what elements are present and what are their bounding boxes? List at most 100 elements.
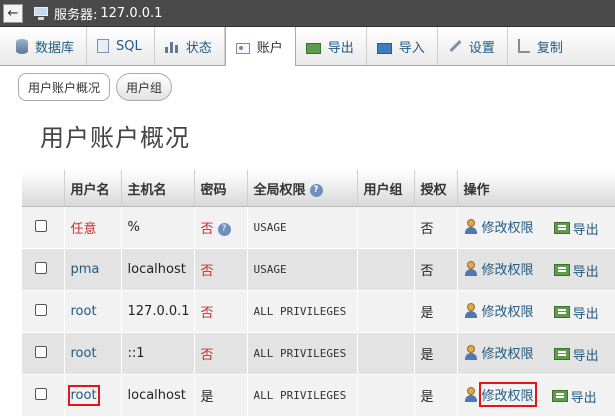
export-icon xyxy=(553,222,570,234)
privileges-cell: USAGE xyxy=(247,206,358,249)
export-link[interactable]: 导出 xyxy=(553,261,599,280)
header-global-privileges[interactable]: 全局权限? xyxy=(247,170,358,207)
edit-privileges-label-highlighted: 修改权限 xyxy=(478,382,537,407)
subtab-user-groups[interactable]: 用户组 xyxy=(116,73,173,101)
export-icon xyxy=(553,264,570,276)
grant-cell: 是 xyxy=(414,290,458,333)
password-value: 否 xyxy=(200,348,214,363)
select-cell xyxy=(22,374,65,417)
user-group-cell xyxy=(357,374,415,417)
privileges-cell: ALL PRIVILEGES xyxy=(247,374,358,417)
help-icon[interactable]: ? xyxy=(217,223,231,236)
header-actions: 操作 xyxy=(457,170,615,207)
back-arrow-button[interactable]: ← xyxy=(3,3,23,23)
actions-cell: 修改权限 导出 xyxy=(457,332,615,375)
edit-privileges-link[interactable]: 修改权限 xyxy=(464,343,534,362)
export-label: 导出 xyxy=(570,390,597,406)
privileges-value: USAGE xyxy=(253,263,287,276)
edit-privileges-label: 修改权限 xyxy=(481,263,534,278)
privileges-cell: ALL PRIVILEGES xyxy=(247,290,358,333)
actions-cell: 修改权限 导出 xyxy=(457,206,615,249)
tab-label: SQL xyxy=(116,38,142,54)
select-cell xyxy=(22,248,65,291)
tab-settings[interactable]: 设置 xyxy=(438,27,508,65)
server-label: 服务器: xyxy=(54,7,98,23)
row-checkbox[interactable] xyxy=(35,387,47,400)
edit-privileges-link[interactable]: 修改权限 xyxy=(464,301,534,320)
tab-label: 状态 xyxy=(185,40,212,56)
tab-databases[interactable]: 数据库 xyxy=(0,27,88,65)
import-icon xyxy=(376,42,392,54)
tab-replication[interactable]: 复制 xyxy=(508,27,575,65)
replication-icon xyxy=(517,39,530,53)
row-checkbox[interactable] xyxy=(35,261,47,274)
password-value: 是 xyxy=(200,390,214,405)
password-value: 否 xyxy=(200,222,214,237)
tab-label: 数据库 xyxy=(35,40,75,56)
table-row: pma localhost 否 USAGE 否 修改权限 导出 xyxy=(22,248,615,291)
table-row: root 127.0.0.1 否 ALL PRIVILEGES 是 修改权限 导… xyxy=(22,290,615,333)
export-link[interactable]: 导出 xyxy=(551,387,597,406)
tab-export[interactable]: 导出 xyxy=(296,27,367,65)
database-icon xyxy=(16,38,28,54)
grant-cell: 是 xyxy=(414,332,458,375)
server-breadcrumb-bar: ← 服务器: 127.0.0.1 xyxy=(0,0,615,27)
server-link[interactable]: 127.0.0.1 xyxy=(100,6,162,21)
password-cell: 否 xyxy=(194,248,248,291)
header-username[interactable]: 用户名 xyxy=(64,170,122,207)
edit-privileges-link[interactable]: 修改权限 xyxy=(464,382,537,407)
privileges-value: ALL PRIVILEGES xyxy=(253,389,347,402)
help-icon[interactable]: ? xyxy=(309,183,323,197)
header-grant[interactable]: 授权 xyxy=(414,170,458,207)
username-cell: root xyxy=(64,374,122,417)
select-cell xyxy=(22,206,65,249)
row-checkbox[interactable] xyxy=(35,345,47,358)
tab-import[interactable]: 导入 xyxy=(367,27,438,65)
row-checkbox[interactable] xyxy=(35,303,47,316)
select-cell xyxy=(22,290,65,333)
table-header-row: 用户名 主机名 密码 全局权限? 用户组 授权 操作 xyxy=(22,170,615,207)
sub-tab-bar: 用户账户概况 用户组 xyxy=(18,73,173,101)
tab-accounts[interactable]: 账户 xyxy=(224,27,296,66)
username-cell: root xyxy=(64,290,122,333)
export-link[interactable]: 导出 xyxy=(553,303,599,322)
tab-label: 账户 xyxy=(256,41,283,56)
hostname-cell: 127.0.0.1 xyxy=(121,290,195,333)
row-checkbox[interactable] xyxy=(35,219,47,232)
hostname-cell: localhost xyxy=(121,374,195,417)
tab-label: 设置 xyxy=(468,40,495,56)
user-group-cell xyxy=(357,332,415,375)
password-value: 否 xyxy=(200,306,214,321)
grant-cell: 是 xyxy=(414,374,458,417)
export-icon xyxy=(551,390,568,402)
export-link[interactable]: 导出 xyxy=(553,345,599,364)
user-group-cell xyxy=(357,290,415,333)
header-user-group[interactable]: 用户组 xyxy=(357,170,415,207)
tab-label: 导出 xyxy=(327,40,354,56)
edit-privileges-link[interactable]: 修改权限 xyxy=(464,259,534,278)
header-password[interactable]: 密码 xyxy=(194,170,248,207)
export-label: 导出 xyxy=(572,264,599,280)
username: 任意 xyxy=(70,222,97,237)
wrench-icon xyxy=(448,39,462,53)
edit-privileges-icon xyxy=(464,303,479,318)
edit-privileges-label: 修改权限 xyxy=(481,347,534,362)
privileges-value: USAGE xyxy=(253,221,287,234)
page-title: 用户账户概况 xyxy=(40,124,190,152)
subtab-user-accounts-overview[interactable]: 用户账户概况 xyxy=(18,73,111,101)
edit-privileges-icon xyxy=(464,219,479,234)
password-cell: 否 xyxy=(194,290,248,333)
header-hostname[interactable]: 主机名 xyxy=(121,170,195,207)
actions-cell: 修改权限 导出 xyxy=(457,290,615,333)
username-cell: 任意 xyxy=(64,206,122,249)
header-select xyxy=(22,170,65,207)
status-icon xyxy=(164,39,179,53)
tab-sql[interactable]: SQL xyxy=(87,27,155,65)
export-link[interactable]: 导出 xyxy=(553,219,599,238)
edit-privileges-link[interactable]: 修改权限 xyxy=(464,217,534,236)
password-cell: 否? xyxy=(194,206,248,249)
tab-status[interactable]: 状态 xyxy=(155,27,225,65)
edit-privileges-icon xyxy=(464,261,479,276)
actions-cell: 修改权限 导出 xyxy=(457,374,615,417)
server-icon xyxy=(33,6,49,20)
